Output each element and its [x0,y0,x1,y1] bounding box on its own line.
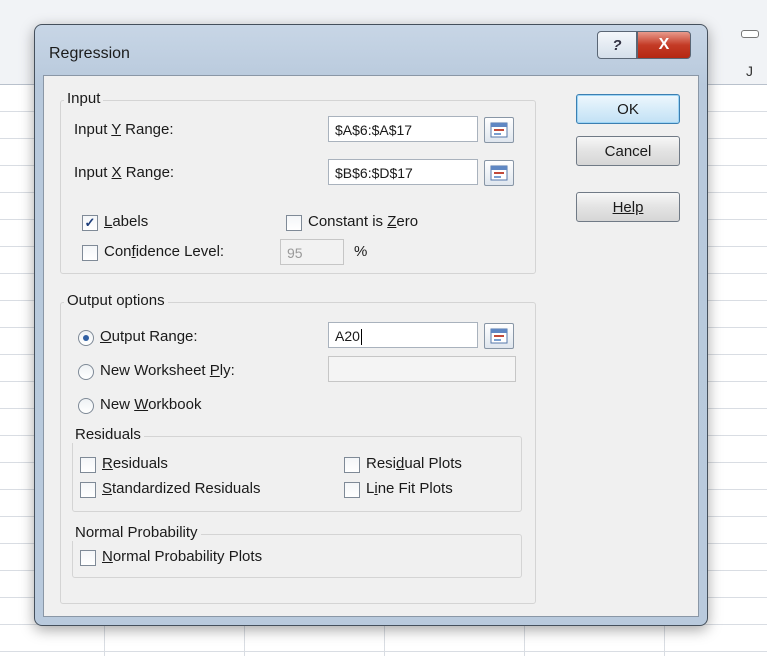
line-fit-plots-checkbox[interactable] [344,482,360,498]
standardized-residuals-checkbox[interactable] [80,482,96,498]
constant-zero-checkbox[interactable] [286,215,302,231]
question-icon: ? [612,36,622,54]
cancel-button[interactable]: Cancel [576,136,680,166]
input-x-range-label: Input X Range: [74,164,175,181]
help-title-button[interactable]: ? [597,31,637,59]
normal-probability-plots-checkbox[interactable] [80,550,96,566]
ok-button[interactable]: OK [576,94,680,124]
confidence-level-label: Confidence Level: [104,243,225,260]
output-range-picker-button[interactable] [484,323,514,349]
new-worksheet-ply-label: New Worksheet Ply: [100,362,235,379]
close-icon: X [658,36,670,53]
new-worksheet-ply-field[interactable] [328,356,516,382]
residuals-label: Residuals [102,455,168,472]
column-header-j: J [746,63,753,79]
help-button[interactable]: Help [576,192,680,222]
residuals-group-label: Residuals [72,426,144,443]
output-range-label: Output Range: [100,328,198,345]
x-range-picker-button[interactable] [484,160,514,186]
residuals-group [72,436,522,512]
input-y-range-field[interactable]: $A$6:$A$17 [328,116,478,142]
output-range-field[interactable]: A20 [328,322,478,348]
labels-checkbox[interactable]: ✓ [82,215,98,231]
residual-plots-label: Residual Plots [366,455,462,472]
constant-zero-label: Constant is Zero [308,213,419,230]
close-button[interactable]: X [637,31,691,59]
normal-probability-group-label: Normal Probability [72,524,201,541]
residuals-checkbox[interactable] [80,457,96,473]
line-fit-plots-label: Line Fit Plots [366,480,453,497]
standardized-residuals-label: Standardized Residuals [102,480,261,497]
confidence-level-checkbox[interactable] [82,245,98,261]
title-bar-buttons: ? X [597,31,691,59]
minimize-icon[interactable] [741,30,759,38]
new-worksheet-ply-radio[interactable] [78,364,94,380]
input-x-range-field[interactable]: $B$6:$D$17 [328,159,478,185]
output-range-radio[interactable] [78,330,94,346]
new-workbook-radio[interactable] [78,398,94,414]
dialog-title: Regression [49,45,130,62]
range-picker-icon [490,328,508,344]
input-y-range-label: Input Y Range: [74,121,174,138]
range-picker-icon [490,165,508,181]
normal-probability-plots-label: Normal Probability Plots [102,548,263,565]
help-button-label: Help [612,199,644,216]
dialog-body: Input Input Y Range: $A$6:$A$17 Input X … [43,75,699,617]
input-group-label: Input [64,90,104,107]
new-workbook-label: New Workbook [100,396,202,413]
output-options-label: Output options [64,292,168,309]
regression-dialog: Regression ? X Input Input Y Range: $A$6… [34,24,708,626]
range-picker-icon [490,122,508,138]
output-range-value: A20 [335,328,360,344]
labels-label: Labels [104,213,149,230]
y-range-picker-button[interactable] [484,117,514,143]
text-caret [360,329,362,346]
percent-label: % [354,243,368,260]
residual-plots-checkbox[interactable] [344,457,360,473]
confidence-level-field[interactable]: 95 [280,239,344,265]
